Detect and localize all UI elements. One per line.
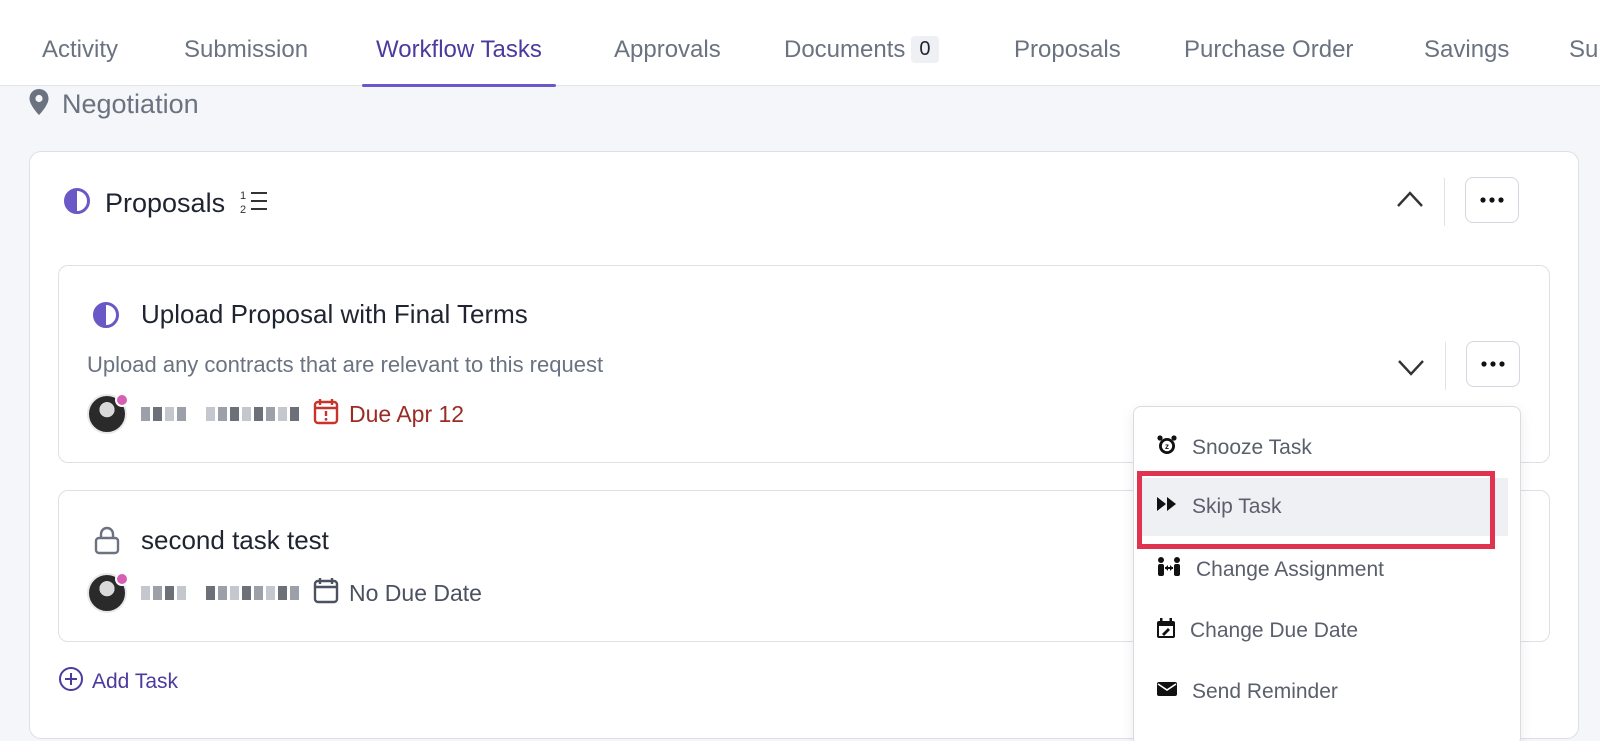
menu-item-label: Skip Task bbox=[1192, 495, 1282, 518]
tab-purchase-order[interactable]: Purchase Order bbox=[1170, 36, 1367, 86]
task-title: second task test bbox=[141, 525, 329, 555]
menu-item-send-reminder[interactable]: Send Reminder bbox=[1140, 663, 1508, 721]
task-title: Upload Proposal with Final Terms bbox=[141, 299, 528, 329]
ellipsis-icon bbox=[1480, 197, 1504, 203]
section-more-button[interactable] bbox=[1465, 177, 1519, 223]
due-date-label: Due Apr 12 bbox=[349, 400, 465, 427]
svg-text:z: z bbox=[1165, 442, 1169, 451]
due-date-label: No Due Date bbox=[349, 579, 482, 606]
fast-forward-icon bbox=[1156, 495, 1178, 519]
calendar-alert-icon bbox=[313, 397, 339, 431]
menu-item-snooze-task[interactable]: z Snooze Task bbox=[1140, 419, 1508, 477]
tab-bar: Activity Submission Workflow Tasks Appro… bbox=[0, 0, 1600, 87]
tab-savings[interactable]: Savings bbox=[1410, 36, 1523, 86]
task-meta-row: No Due Date bbox=[87, 572, 482, 613]
half-progress-icon bbox=[92, 301, 120, 334]
menu-item-change-due-date[interactable]: Change Due Date bbox=[1140, 602, 1508, 660]
add-task-label: Add Task bbox=[92, 670, 178, 693]
header-divider bbox=[1444, 178, 1445, 226]
lock-icon bbox=[94, 525, 120, 560]
task-description: Upload any contracts that are relevant t… bbox=[87, 352, 604, 377]
tab-documents[interactable]: Documents 0 bbox=[770, 36, 953, 86]
avatar-badge bbox=[115, 572, 129, 586]
section-title: Proposals bbox=[105, 188, 226, 218]
avatar[interactable] bbox=[87, 393, 129, 434]
tab-proposals[interactable]: Proposals bbox=[1000, 36, 1135, 86]
menu-item-label: Snooze Task bbox=[1192, 436, 1312, 459]
task-meta-row: Due Apr 12 bbox=[87, 393, 464, 434]
plus-circle-icon bbox=[58, 666, 84, 698]
envelope-icon bbox=[1156, 680, 1178, 704]
svg-text:1: 1 bbox=[240, 190, 246, 202]
map-pin-icon bbox=[28, 88, 50, 121]
tab-documents-label: Documents bbox=[784, 36, 906, 63]
calendar-edit-icon bbox=[1156, 617, 1176, 645]
avatar[interactable] bbox=[87, 572, 129, 613]
stage-label: Negotiation bbox=[62, 89, 199, 119]
tab-workflow-tasks[interactable]: Workflow Tasks bbox=[362, 36, 556, 87]
people-swap-icon bbox=[1156, 556, 1182, 584]
tab-approvals[interactable]: Approvals bbox=[600, 36, 735, 86]
due-date[interactable]: Due Apr 12 bbox=[313, 397, 464, 431]
chevron-down-icon[interactable] bbox=[1396, 356, 1426, 383]
menu-item-label: Send Reminder bbox=[1192, 680, 1338, 703]
menu-item-change-assignment[interactable]: Change Assignment bbox=[1140, 541, 1508, 599]
documents-count-badge: 0 bbox=[911, 36, 939, 63]
half-progress-icon bbox=[63, 187, 91, 220]
alarm-clock-icon: z bbox=[1156, 434, 1178, 462]
avatar-badge bbox=[115, 393, 129, 407]
stage-indicator: Negotiation bbox=[28, 88, 199, 121]
tab-summary-truncated[interactable]: Su bbox=[1555, 36, 1600, 86]
menu-item-label: Change Assignment bbox=[1196, 558, 1384, 581]
tab-submission[interactable]: Submission bbox=[170, 36, 322, 86]
task-actions-menu: z Snooze Task Skip Task Change Assignmen… bbox=[1133, 406, 1521, 741]
chevron-up-icon[interactable] bbox=[1395, 188, 1425, 215]
menu-item-skip-task[interactable]: Skip Task bbox=[1140, 478, 1508, 536]
menu-item-label: Change Due Date bbox=[1190, 619, 1359, 642]
ordered-list-icon: 12 bbox=[239, 187, 269, 220]
add-task-button[interactable]: Add Task bbox=[58, 666, 178, 698]
assignee-name-redacted bbox=[141, 586, 299, 600]
tab-activity[interactable]: Activity bbox=[28, 36, 132, 86]
svg-text:2: 2 bbox=[240, 204, 246, 215]
assignee-name-redacted bbox=[141, 407, 299, 421]
calendar-icon bbox=[313, 576, 339, 610]
ellipsis-icon bbox=[1481, 361, 1505, 367]
task-more-button[interactable] bbox=[1466, 341, 1520, 387]
task-divider bbox=[1445, 342, 1446, 390]
due-date[interactable]: No Due Date bbox=[313, 576, 482, 610]
